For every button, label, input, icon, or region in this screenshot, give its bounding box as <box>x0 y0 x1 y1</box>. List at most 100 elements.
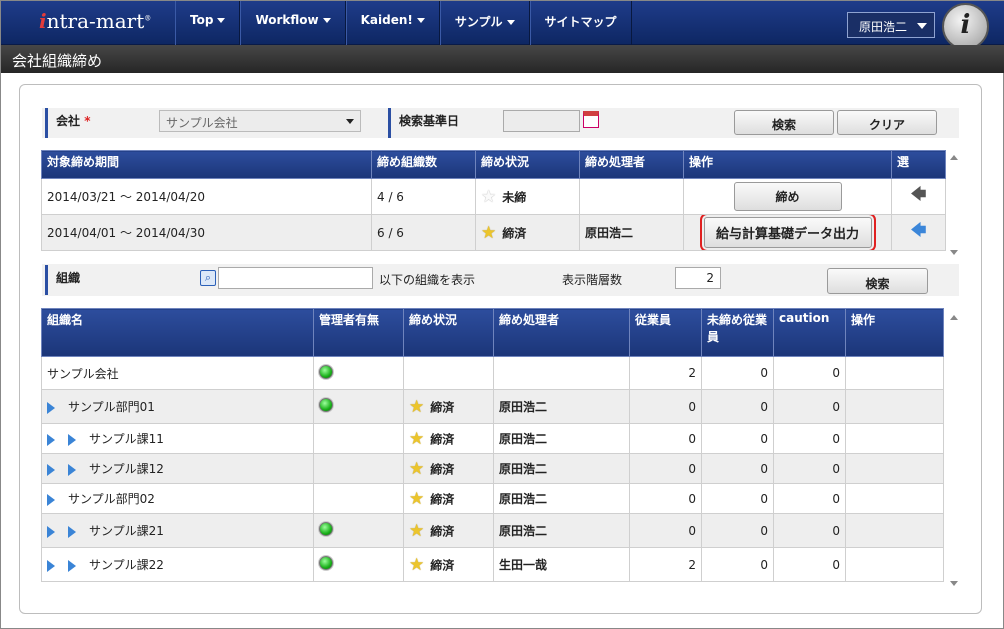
main-panel: 会社 * サンプル会社 検索基準日 検索 クリア 対象締め期間 締め組織数 締め状況… <box>19 84 982 614</box>
nav-item-3[interactable]: サンプル <box>439 1 530 45</box>
company-select[interactable]: サンプル会社 <box>159 110 361 132</box>
arrow-left-grey-icon[interactable]: 🡄 <box>911 185 927 203</box>
org-row[interactable]: サンプル課11 ★ 締済 原田浩二 0 0 0 <box>41 423 944 454</box>
chevron-down-icon <box>217 18 226 23</box>
org-row[interactable]: サンプル課12 ★ 締済 原田浩二 0 0 0 <box>41 453 944 484</box>
org-name[interactable]: サンプル課21 <box>89 524 164 538</box>
org-name[interactable]: サンプル課22 <box>89 558 164 572</box>
search-icon[interactable]: ⌕ <box>200 270 216 286</box>
main-nav: Top Workflow Kaiden! サンプル サイトマップ <box>175 1 632 45</box>
manager-cell <box>313 423 404 454</box>
org-header-0: 組織名 <box>41 308 314 357</box>
org-name[interactable]: サンプル課12 <box>89 462 164 476</box>
unclosed-employees-cell: 0 <box>701 513 774 548</box>
org-header-5: 未締め従業員 <box>701 308 774 357</box>
arrow-left-blue-icon[interactable]: 🡄 <box>911 221 927 239</box>
org-row[interactable]: サンプル会社 2 0 0 <box>41 356 944 390</box>
org-name[interactable]: サンプル課11 <box>89 432 164 446</box>
expand-arrow-icon[interactable] <box>47 401 55 414</box>
org-name[interactable]: サンプル会社 <box>47 367 119 381</box>
company-label: 会社 * <box>45 108 155 138</box>
manager-cell <box>313 356 404 390</box>
operator-cell: 原田浩二 <box>493 389 630 424</box>
operator-cell: 生田一哉 <box>493 547 630 582</box>
calendar-icon[interactable] <box>583 111 599 128</box>
expand-arrow-icon[interactable] <box>68 525 76 538</box>
manager-cell <box>313 483 404 514</box>
user-menu[interactable]: 原田浩二 <box>847 12 935 38</box>
date-input[interactable] <box>503 110 580 132</box>
nav-item-0[interactable]: Top <box>175 1 241 45</box>
org-search-button[interactable]: 検索 <box>827 268 928 294</box>
expand-arrow-icon[interactable] <box>47 525 55 538</box>
org-search-input[interactable] <box>218 267 373 289</box>
status-cell: ★ 締済 <box>475 214 580 251</box>
org-name[interactable]: サンプル部門02 <box>68 492 155 506</box>
status-text: 未締 <box>502 190 527 204</box>
closed-count-cell: 4 / 6 <box>371 178 476 215</box>
star-icon: ★ <box>409 458 425 479</box>
org-row[interactable]: サンプル課21 ★ 締済 原田浩二 0 0 0 <box>41 513 944 548</box>
caution-cell: 0 <box>773 547 846 582</box>
org-table-scrollbar[interactable] <box>948 315 960 586</box>
employees-cell: 2 <box>629 547 702 582</box>
period-row[interactable]: 2014/04/01 ～ 2014/04/30 6 / 6 ★ 締済 原田浩二 給与計算基… <box>41 214 946 251</box>
expand-arrow-icon[interactable] <box>68 433 76 446</box>
expand-arrow-icon[interactable] <box>47 463 55 476</box>
operation-cell <box>845 547 944 582</box>
depth-input[interactable]: 2 <box>675 267 721 289</box>
chevron-down-icon <box>322 18 331 23</box>
org-header-2: 締め状況 <box>403 308 494 357</box>
org-name-cell: サンプル会社 <box>41 356 314 390</box>
period-row[interactable]: 2014/03/21 ～ 2014/04/20 4 / 6 ★ 未締 締め 🡄 <box>41 178 946 215</box>
close-period-button[interactable]: 締め <box>733 182 842 211</box>
unclosed-employees-cell: 0 <box>701 453 774 484</box>
manager-status-icon <box>319 522 333 536</box>
expand-arrow-icon[interactable] <box>47 493 55 506</box>
period-table-scrollbar[interactable] <box>948 155 960 255</box>
org-name[interactable]: サンプル部門01 <box>68 400 155 414</box>
select-cell[interactable]: 🡄 <box>891 178 946 215</box>
scroll-up-icon[interactable] <box>950 155 958 160</box>
star-icon: ★ <box>409 488 425 509</box>
select-cell[interactable]: 🡄 <box>891 214 946 251</box>
export-payroll-data-button[interactable]: 給与計算基礎データ出力 <box>699 215 876 250</box>
operator-cell: 原田浩二 <box>493 453 630 484</box>
status-text: 締済 <box>502 226 527 240</box>
employees-cell: 0 <box>629 513 702 548</box>
required-mark: * <box>84 114 91 128</box>
org-name-cell: サンプル課21 <box>41 513 314 548</box>
period-header-4: 操作 <box>683 150 892 179</box>
nav-item-2[interactable]: Kaiden! <box>345 1 440 45</box>
star-icon: ★ <box>409 428 425 449</box>
org-row[interactable]: サンプル部門02 ★ 締済 原田浩二 0 0 0 <box>41 483 944 514</box>
star-icon: ★ <box>481 222 497 243</box>
period-header-0: 対象締め期間 <box>41 150 372 179</box>
expand-arrow-icon[interactable] <box>47 433 55 446</box>
org-label: 組織 <box>45 265 193 295</box>
expand-arrow-icon[interactable] <box>68 463 76 476</box>
nav-item-1[interactable]: Workflow <box>240 1 346 45</box>
unclosed-employees-cell: 0 <box>701 389 774 424</box>
chevron-down-icon <box>346 119 354 124</box>
expand-arrow-icon[interactable] <box>47 559 55 572</box>
scroll-down-icon[interactable] <box>950 250 958 255</box>
operation-cell <box>845 389 944 424</box>
chevron-down-icon <box>917 23 927 29</box>
clear-button[interactable]: クリア <box>837 110 937 135</box>
search-button[interactable]: 検索 <box>734 110 834 135</box>
status-text: 締済 <box>430 558 455 572</box>
org-header-4: 従業員 <box>629 308 702 357</box>
page-title: 会社組織締め <box>1 45 1004 73</box>
user-avatar-icon[interactable]: i <box>942 3 989 50</box>
caution-cell: 0 <box>773 513 846 548</box>
intra-mart-logo[interactable]: intra-mart® <box>39 9 151 33</box>
expand-arrow-icon[interactable] <box>68 559 76 572</box>
scroll-down-icon[interactable] <box>950 581 958 586</box>
scroll-up-icon[interactable] <box>950 315 958 320</box>
org-row[interactable]: サンプル部門01 ★ 締済 原田浩二 0 0 0 <box>41 389 944 424</box>
status-cell: ★ 締済 <box>403 547 494 582</box>
unclosed-employees-cell: 0 <box>701 483 774 514</box>
org-row[interactable]: サンプル課22 ★ 締済 生田一哉 2 0 0 <box>41 547 944 582</box>
nav-item-4[interactable]: サイトマップ <box>529 1 632 45</box>
